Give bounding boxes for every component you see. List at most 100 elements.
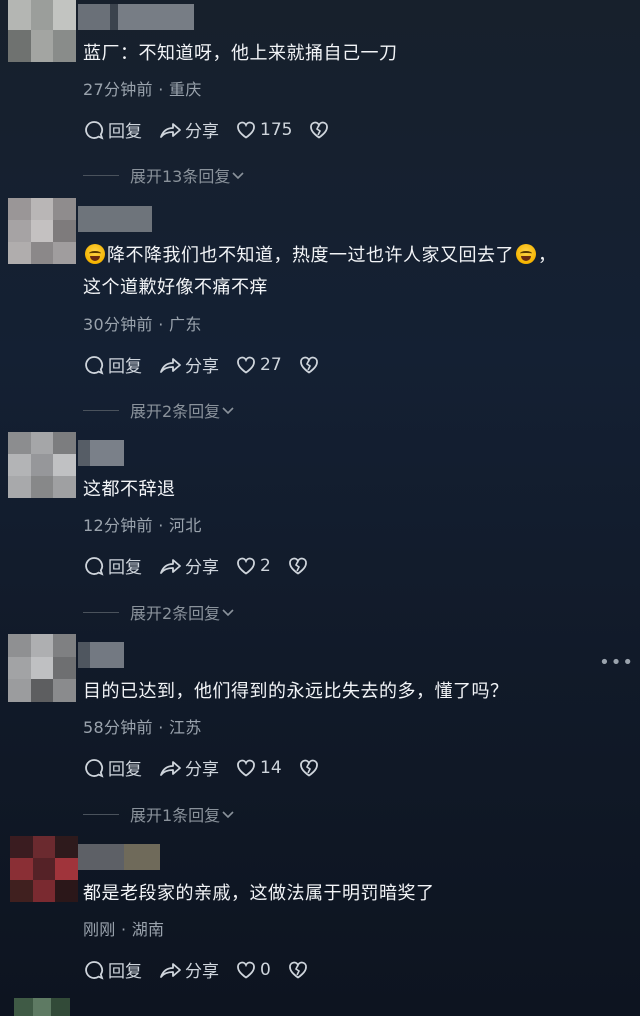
heart-icon bbox=[237, 759, 255, 777]
reply-button[interactable]: 回复 bbox=[83, 352, 142, 377]
expand-replies-label: 展开1条回复 bbox=[130, 806, 221, 825]
share-arrow-icon bbox=[160, 962, 181, 978]
reply-button[interactable]: 回复 bbox=[83, 957, 142, 982]
divider bbox=[83, 611, 119, 613]
expand-replies[interactable]: 展开2条回复 bbox=[83, 398, 236, 422]
chat-bubble-icon bbox=[85, 556, 104, 576]
heart-icon bbox=[237, 121, 255, 139]
laughing-tears-emoji bbox=[85, 244, 105, 264]
reply-label: 回复 bbox=[108, 760, 142, 780]
like-button[interactable]: 27 bbox=[235, 354, 282, 376]
comment-actions: 回复 分享 14 bbox=[83, 755, 339, 780]
chevron-down-icon bbox=[232, 172, 244, 180]
like-count: 27 bbox=[260, 354, 282, 375]
comment-time-location: 27分钟前 · 重庆 bbox=[83, 80, 202, 99]
username-blurred[interactable] bbox=[78, 440, 124, 466]
dislike-button[interactable] bbox=[308, 119, 333, 141]
reply-button[interactable]: 回复 bbox=[83, 117, 142, 142]
dislike-button[interactable] bbox=[298, 757, 323, 779]
share-arrow-icon bbox=[160, 122, 181, 138]
dislike-button[interactable] bbox=[287, 959, 312, 981]
divider bbox=[83, 813, 119, 815]
comment-text: 降不降我们也不知道，热度一过也许人家又回去了 ， 这个道歉好像不痛不痒 bbox=[83, 240, 628, 304]
chevron-down-icon bbox=[222, 811, 234, 819]
avatar[interactable] bbox=[8, 432, 76, 498]
chevron-down-icon bbox=[222, 609, 234, 617]
broken-heart-icon bbox=[288, 557, 307, 575]
share-label: 分享 bbox=[185, 962, 219, 982]
broken-heart-icon bbox=[299, 759, 318, 777]
heart-icon bbox=[237, 961, 255, 979]
comment-time-location: 刚刚 · 湖南 bbox=[83, 920, 165, 939]
chat-bubble-icon bbox=[85, 960, 104, 980]
broken-heart-icon bbox=[288, 961, 307, 979]
laughing-tears-emoji bbox=[516, 244, 536, 264]
heart-icon bbox=[237, 356, 255, 374]
share-button[interactable]: 分享 bbox=[158, 553, 219, 578]
like-button[interactable]: 14 bbox=[235, 757, 282, 779]
broken-heart-icon bbox=[310, 121, 329, 139]
like-count: 14 bbox=[260, 757, 282, 778]
expand-replies-label: 展开2条回复 bbox=[130, 604, 221, 623]
broken-heart-icon bbox=[299, 356, 318, 374]
share-button[interactable]: 分享 bbox=[158, 755, 219, 780]
dislike-button[interactable] bbox=[287, 555, 312, 577]
comment-text-line2: 这个道歉好像不痛不痒 bbox=[83, 277, 268, 298]
expand-replies[interactable]: 展开1条回复 bbox=[83, 802, 236, 826]
like-button[interactable]: 2 bbox=[235, 555, 271, 577]
expand-replies[interactable]: 展开2条回复 bbox=[83, 600, 236, 624]
username-blurred[interactable] bbox=[78, 642, 124, 668]
comment-actions: 回复 分享 175 bbox=[83, 117, 349, 142]
reply-button[interactable]: 回复 bbox=[83, 755, 142, 780]
username-blurred[interactable] bbox=[78, 206, 152, 232]
dislike-button[interactable] bbox=[298, 354, 323, 376]
comment-time-location: 58分钟前 · 江苏 bbox=[83, 718, 202, 737]
more-options-button[interactable]: ••• bbox=[599, 652, 634, 673]
expand-replies[interactable]: 展开13条回复 bbox=[83, 163, 246, 187]
expand-replies-label: 展开2条回复 bbox=[130, 402, 221, 421]
expand-replies-label: 展开13条回复 bbox=[130, 167, 231, 186]
share-arrow-icon bbox=[160, 760, 181, 776]
share-arrow-icon bbox=[160, 357, 181, 373]
share-label: 分享 bbox=[185, 357, 219, 377]
heart-icon bbox=[237, 557, 255, 575]
chat-bubble-icon bbox=[85, 758, 104, 778]
like-button[interactable]: 0 bbox=[235, 959, 271, 981]
divider bbox=[83, 409, 119, 411]
comment-text: 蓝厂：不知道呀，他上来就捅自己一刀 bbox=[83, 43, 398, 64]
reply-button[interactable]: 回复 bbox=[83, 553, 142, 578]
divider bbox=[83, 174, 119, 176]
chat-bubble-icon bbox=[85, 120, 104, 140]
avatar[interactable] bbox=[8, 198, 76, 264]
username-blurred[interactable] bbox=[78, 4, 194, 30]
like-count: 0 bbox=[260, 959, 271, 980]
avatar[interactable] bbox=[8, 634, 76, 702]
share-label: 分享 bbox=[185, 122, 219, 142]
comment-text: 这都不辞退 bbox=[83, 479, 176, 500]
comment-text: 都是老段家的亲戚，这做法属于明罚暗奖了 bbox=[83, 883, 435, 904]
comment-actions: 回复 分享 2 bbox=[83, 553, 328, 578]
avatar[interactable] bbox=[14, 998, 70, 1016]
chevron-down-icon bbox=[222, 407, 234, 415]
like-count: 175 bbox=[260, 119, 293, 140]
comment-time-location: 30分钟前 · 广东 bbox=[83, 315, 202, 334]
more-dots-icon: ••• bbox=[599, 652, 634, 673]
share-button[interactable]: 分享 bbox=[158, 957, 219, 982]
share-label: 分享 bbox=[185, 558, 219, 578]
comment-text: 目的已达到，他们得到的永远比失去的多，懂了吗？ bbox=[83, 681, 509, 702]
like-button[interactable]: 175 bbox=[235, 119, 292, 141]
reply-label: 回复 bbox=[108, 122, 142, 142]
share-button[interactable]: 分享 bbox=[158, 352, 219, 377]
avatar[interactable] bbox=[10, 836, 78, 902]
reply-label: 回复 bbox=[108, 962, 142, 982]
username-blurred[interactable] bbox=[78, 844, 160, 870]
like-count: 2 bbox=[260, 555, 271, 576]
reply-label: 回复 bbox=[108, 357, 142, 377]
comment-actions: 回复 分享 27 bbox=[83, 352, 339, 377]
share-button[interactable]: 分享 bbox=[158, 117, 219, 142]
comment-text-part2: ， bbox=[538, 245, 557, 266]
share-arrow-icon bbox=[160, 558, 181, 574]
share-label: 分享 bbox=[185, 760, 219, 780]
avatar[interactable] bbox=[8, 0, 76, 62]
comment-actions: 回复 分享 0 bbox=[83, 957, 328, 982]
